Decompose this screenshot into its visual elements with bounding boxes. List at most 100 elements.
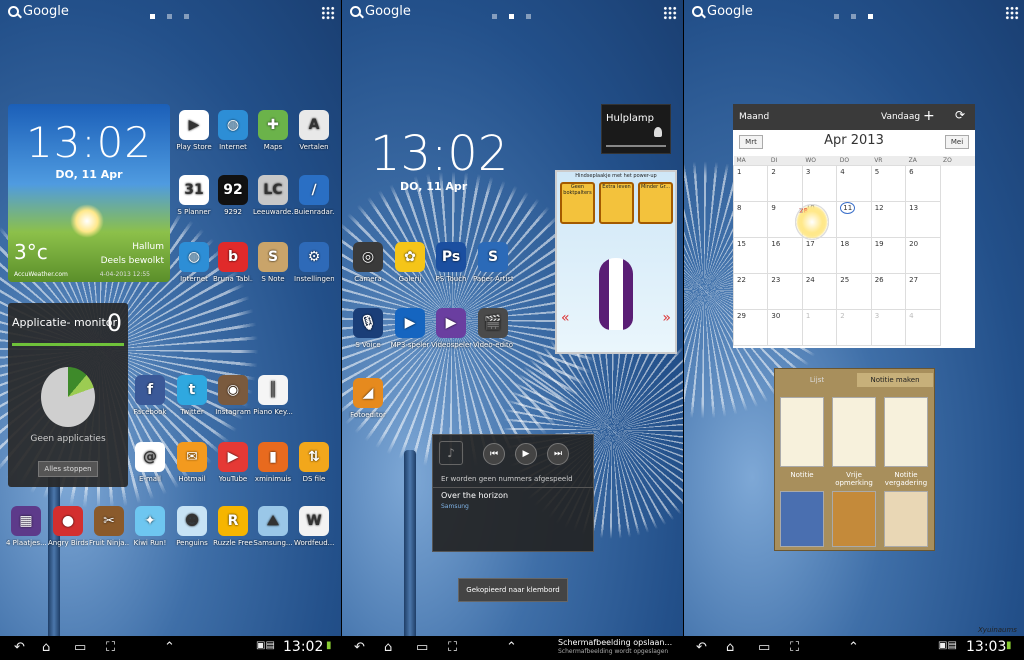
up-arrow-icon[interactable]: ⌃ — [164, 640, 175, 655]
game-widget[interactable]: Hindseplaakje met het power-up Geen bokt… — [555, 170, 677, 354]
app-video-editor[interactable]: 🎬 Video-editor — [473, 308, 513, 349]
recent-apps-icon[interactable]: ▭ — [74, 640, 86, 655]
home-icon[interactable]: ⌂ — [384, 640, 392, 655]
add-event-icon[interactable]: + — [923, 108, 935, 124]
powerup-card[interactable]: Minder Gr... — [638, 182, 673, 224]
app-s-voice[interactable]: 🎙 S Voice — [348, 308, 388, 349]
home-icon[interactable]: ⌂ — [42, 640, 50, 655]
next-month-button[interactable]: Mei — [945, 135, 969, 149]
memo-widget[interactable]: Lijst Notitie maken Notitie Vrije opmerk… — [774, 368, 935, 551]
powerup-card[interactable]: Extra leven — [599, 182, 634, 224]
next-track-icon[interactable]: ⏭ — [547, 443, 569, 465]
app-facebook[interactable]: f Facebook — [130, 375, 170, 416]
day-cell[interactable]: 4 — [836, 165, 872, 202]
app-samsung[interactable]: ⛰ Samsung... — [253, 506, 293, 547]
app-fruit-ninja[interactable]: ✂ Fruit Ninja... — [89, 506, 129, 547]
day-cell[interactable]: 19 — [870, 237, 907, 274]
recent-apps-icon[interactable]: ▭ — [758, 640, 770, 655]
back-icon[interactable]: ↶ — [354, 640, 365, 655]
day-cell[interactable]: 13 — [905, 201, 941, 238]
flashlight-widget[interactable]: Hulplamp — [601, 104, 671, 154]
day-cell[interactable]: 12 — [870, 201, 907, 238]
up-arrow-icon[interactable]: ⌃ — [848, 640, 859, 655]
screenshot-icon[interactable]: ⛶ — [106, 640, 115, 655]
day-cell[interactable]: 25 — [836, 273, 872, 310]
screenshot-icon[interactable]: ⛶ — [448, 640, 457, 655]
app-internet[interactable]: ◍ Internet — [174, 242, 214, 283]
day-cell[interactable]: 4 — [905, 309, 941, 346]
today-button[interactable]: Vandaag — [881, 112, 920, 122]
app-paper-artist[interactable]: S Paper Artist — [473, 242, 513, 283]
app-instagram[interactable]: ◉ Instagram — [213, 375, 253, 416]
google-search-bar[interactable]: Google — [350, 4, 411, 19]
app-vertalen[interactable]: A Vertalen — [294, 110, 334, 151]
google-search-bar[interactable]: Google — [8, 4, 69, 19]
day-cell[interactable]: 15 — [732, 237, 769, 274]
day-cell[interactable]: 17 — [801, 237, 838, 274]
note-template[interactable] — [884, 397, 928, 467]
clock-widget-time[interactable]: 13:02 — [370, 126, 508, 182]
app-camera[interactable]: ◎ Camera — [348, 242, 388, 283]
app-leeuwarde[interactable]: LC Leeuwarde... — [253, 175, 293, 216]
day-cell[interactable]: 11 — [836, 201, 872, 238]
day-cell[interactable]: 27 — [905, 273, 941, 310]
powerup-card[interactable]: Geen boktpalters — [560, 182, 595, 224]
app-ds-file[interactable]: ⇅ DS file — [294, 442, 334, 483]
day-cell[interactable]: 22 — [732, 273, 769, 310]
day-cell[interactable]: 3 — [870, 309, 907, 346]
day-cell[interactable]: 1 — [732, 165, 769, 202]
day-cell[interactable]: 2 — [767, 165, 803, 202]
app-galerij[interactable]: ✿ Galerij — [390, 242, 430, 283]
up-arrow-icon[interactable]: ⌃ — [506, 640, 517, 655]
note-template[interactable] — [832, 397, 876, 467]
back-icon[interactable]: ↶ — [14, 640, 25, 655]
app-ruzzle-free[interactable]: R Ruzzle Free — [213, 506, 253, 547]
tab-list[interactable]: Lijst — [779, 373, 855, 387]
play-icon[interactable]: ▶ — [515, 443, 537, 465]
app-wordfeud[interactable]: W Wordfeud... — [294, 506, 334, 547]
app-angry-birds[interactable]: ● Angry Birds — [48, 506, 88, 547]
app-twitter[interactable]: t Twitter — [172, 375, 212, 416]
day-cell[interactable]: 24 — [801, 273, 838, 310]
apps-grid-icon[interactable] — [663, 6, 677, 20]
notification-icons[interactable]: ▣▤ — [938, 640, 957, 651]
app-internet[interactable]: ◍ Internet — [213, 110, 253, 151]
day-cell[interactable]: 2 — [836, 309, 872, 346]
google-search-bar[interactable]: Google — [692, 4, 753, 19]
app-mp3-speler[interactable]: ▶ MP3-speler — [390, 308, 430, 349]
screenshot-icon[interactable]: ⛶ — [790, 640, 799, 655]
app-fotoeditor[interactable]: ◢ Fotoeditor — [348, 378, 388, 419]
tab-create-note[interactable]: Notitie maken — [857, 373, 933, 387]
app-s-note[interactable]: S S Note — [253, 242, 293, 283]
next-arrow-icon[interactable]: » — [662, 310, 671, 326]
day-cell[interactable]: 30 — [767, 309, 803, 346]
day-cell[interactable]: 23 — [767, 273, 803, 310]
app-hotmail[interactable]: ✉ Hotmail — [172, 442, 212, 483]
day-cell[interactable]: 26 — [870, 273, 907, 310]
notification-icons[interactable]: ▣▤ — [256, 640, 275, 651]
apps-grid-icon[interactable] — [321, 6, 335, 20]
app-4-plaatjes[interactable]: ▦ 4 Plaatjes... — [6, 506, 46, 547]
previous-track-icon[interactable]: ⏮ — [483, 443, 505, 465]
day-cell[interactable]: 20 — [905, 237, 941, 274]
stop-all-button[interactable]: Alles stoppen — [38, 461, 98, 477]
recent-apps-icon[interactable]: ▭ — [416, 640, 428, 655]
app-9292[interactable]: 92 9292 — [213, 175, 253, 216]
day-cell[interactable]: 6 — [905, 165, 941, 202]
music-player-widget[interactable]: ♪ ⏮ ▶ ⏭ Er worden geen nummers afgespeel… — [432, 434, 594, 552]
day-cell[interactable]: 5 — [870, 165, 907, 202]
apps-grid-icon[interactable] — [1005, 6, 1019, 20]
day-cell[interactable]: 3 — [801, 165, 838, 202]
home-icon[interactable]: ⌂ — [726, 640, 734, 655]
app-piano-key[interactable]: ║ Piano Key... — [253, 375, 293, 416]
note-thumbnail[interactable] — [780, 491, 824, 547]
day-cell[interactable]: 1 — [801, 309, 838, 346]
app-instellingen[interactable]: ⚙ Instellingen — [294, 242, 334, 283]
weather-clock-widget[interactable]: 13:02 DO, 11 Apr 3°c Hallum Deels bewolk… — [8, 104, 170, 282]
back-icon[interactable]: ↶ — [696, 640, 707, 655]
app-xminimuis[interactable]: ▮ xminimuis — [253, 442, 293, 483]
app-play-store[interactable]: ▶ Play Store — [174, 110, 214, 151]
view-label[interactable]: Maand — [739, 112, 769, 122]
app-penguins[interactable]: ☻ Penguins — [172, 506, 212, 547]
app-e-mail[interactable]: @ E-mail — [130, 442, 170, 483]
